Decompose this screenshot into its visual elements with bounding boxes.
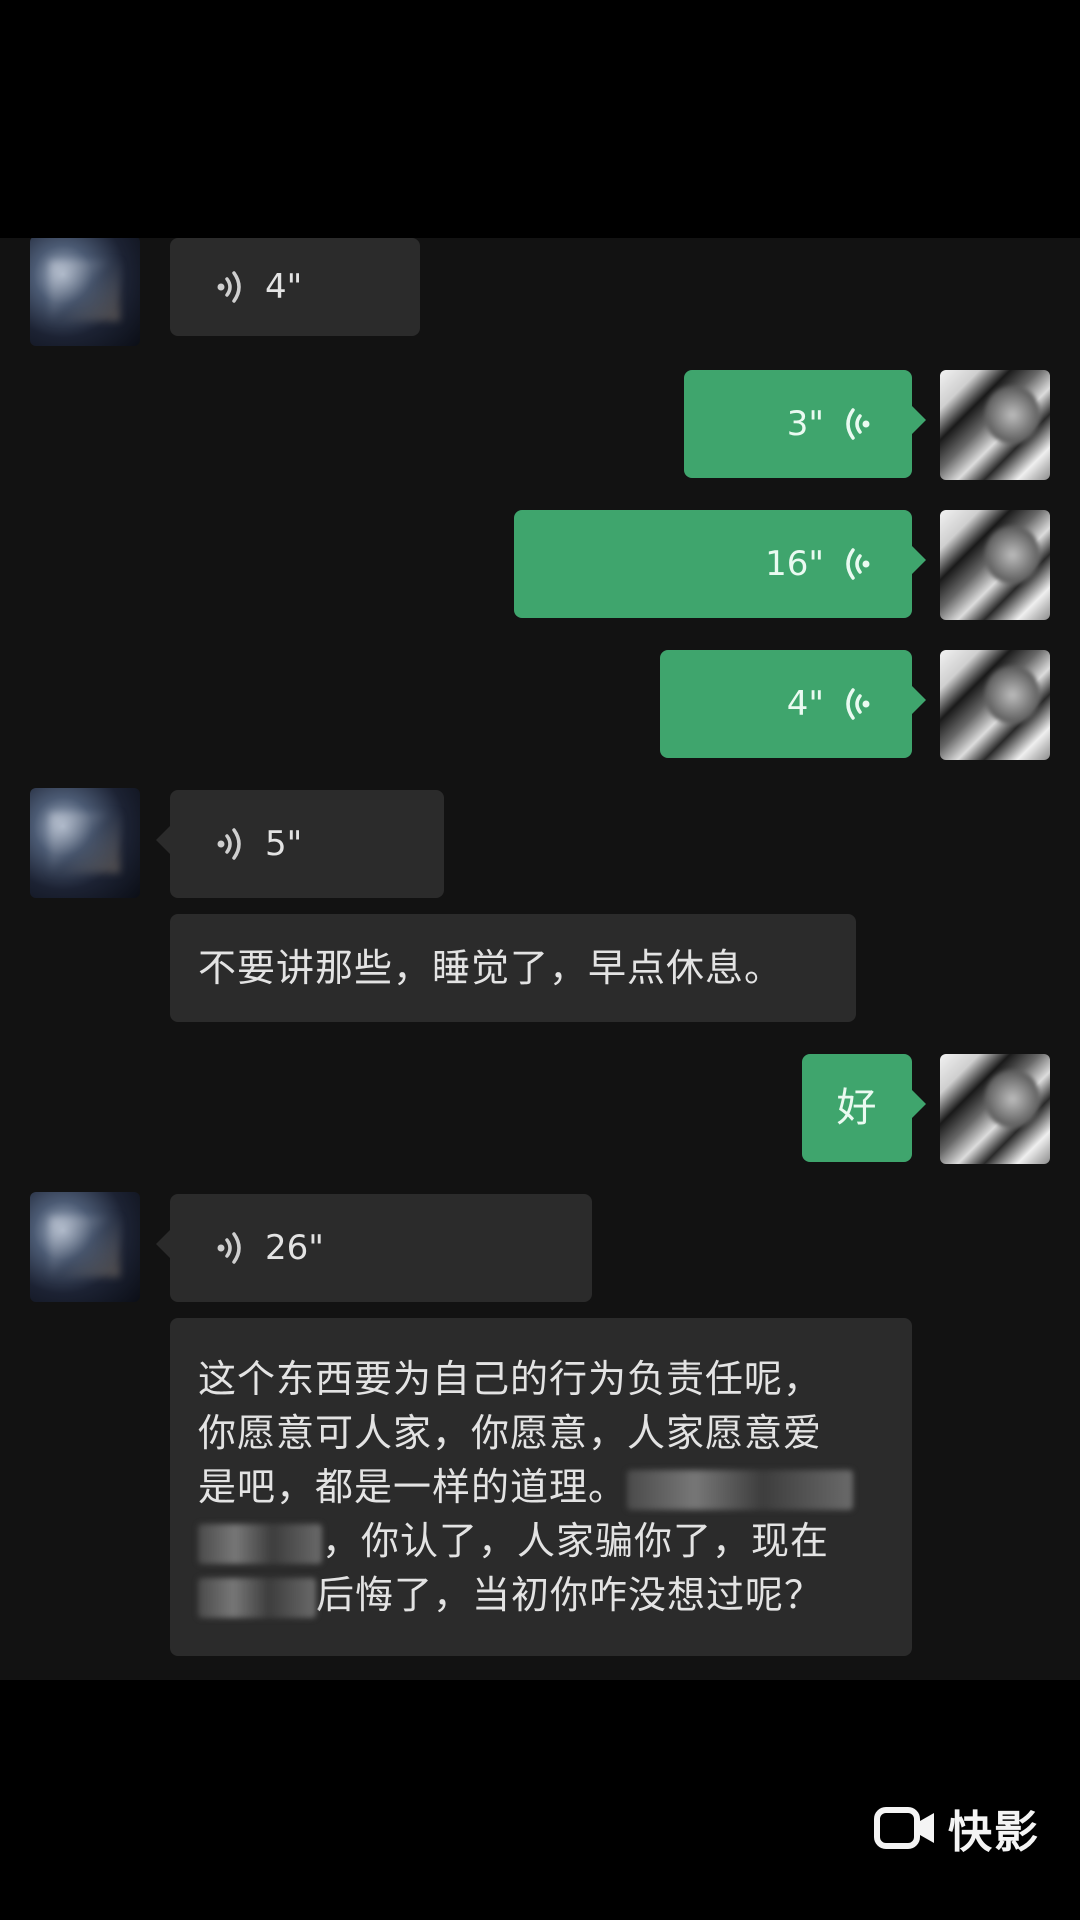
message-text-segment: ，你认了，人家骗你了，现在 [322, 1519, 830, 1563]
message-text: 不要讲那些，睡觉了，早点休息。 [198, 946, 784, 990]
redacted-text [198, 1577, 316, 1618]
voice-wave-icon [217, 271, 241, 303]
voice-duration: 26" [265, 1228, 324, 1268]
message-text: 好 [836, 1085, 878, 1131]
message-line: 这个东西要为自己的行为负责任呢， [198, 1357, 823, 1401]
message-text-segment: 后悔了，当初你咋没想过呢？ [316, 1573, 824, 1617]
contact-avatar[interactable] [30, 788, 140, 898]
message-line-with-redaction: 是吧，都是一样的道理。 [198, 1460, 854, 1514]
message-text-segment: 是吧，都是一样的道理。 [198, 1465, 628, 1509]
voice-wave-icon [217, 1232, 241, 1264]
message-line-with-redaction: 后悔了，当初你咋没想过呢？ [198, 1568, 823, 1622]
incoming-text-message[interactable]: 不要讲那些，睡觉了，早点休息。 [170, 914, 856, 1022]
voice-duration: 16" [765, 544, 824, 584]
kuaiying-watermark: 快影 [874, 1796, 1040, 1860]
voice-wave-icon [846, 688, 870, 720]
contact-avatar[interactable] [30, 1192, 140, 1302]
outgoing-voice-message[interactable]: 3" [684, 370, 926, 478]
voice-duration: 5" [265, 824, 303, 864]
my-avatar[interactable] [940, 1054, 1050, 1164]
outgoing-text-message[interactable]: 好 [802, 1054, 926, 1162]
watermark-text: 快影 [948, 1807, 1040, 1858]
message-line: 你愿意可人家，你愿意，人家愿意爱 [198, 1411, 823, 1455]
message-line-with-redaction: ，你认了，人家骗你了，现在 [198, 1514, 829, 1568]
my-avatar[interactable] [940, 650, 1050, 760]
voice-duration: 4" [786, 684, 824, 724]
incoming-voice-message[interactable]: 5" [156, 790, 444, 898]
my-avatar[interactable] [940, 370, 1050, 480]
redacted-text [198, 1523, 322, 1564]
voice-duration: 4" [265, 267, 303, 307]
chat-message-list[interactable]: 4" 3" 16" 4" 5" 不要讲那些，睡觉了，早点休息。 好 26" 这个… [0, 238, 1080, 1680]
incoming-voice-message[interactable]: 4" [170, 238, 420, 336]
outgoing-voice-message[interactable]: 16" [514, 510, 926, 618]
my-avatar[interactable] [940, 510, 1050, 620]
kuaiying-logo-icon [874, 1807, 934, 1849]
voice-duration: 3" [786, 404, 824, 444]
incoming-text-message[interactable]: 这个东西要为自己的行为负责任呢， 你愿意可人家，你愿意，人家愿意爱 是吧，都是一… [170, 1318, 912, 1656]
voice-wave-icon [217, 828, 241, 860]
incoming-voice-message[interactable]: 26" [156, 1194, 592, 1302]
contact-avatar[interactable] [30, 238, 140, 346]
voice-wave-icon [846, 548, 870, 580]
outgoing-voice-message[interactable]: 4" [660, 650, 926, 758]
voice-wave-icon [846, 408, 870, 440]
redacted-text [627, 1469, 854, 1510]
